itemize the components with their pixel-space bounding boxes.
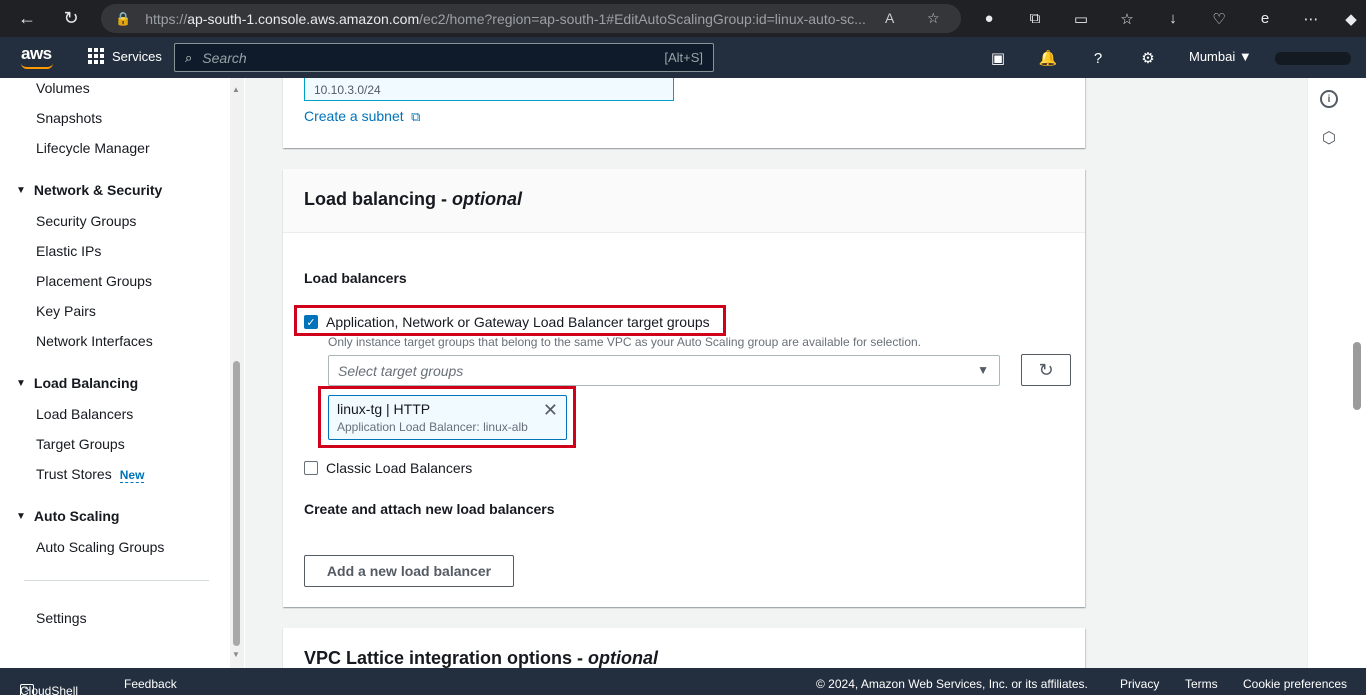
aws-top-nav: aws Services ⌕ [Alt+S] ▣ 🔔 ? ⚙ Mumbai ▼ — [0, 37, 1366, 78]
vpc-lattice-panel: VPC Lattice integration options - option… — [283, 628, 1085, 668]
page-scrollbar[interactable] — [1349, 78, 1366, 668]
main-content: 10.10.3.0/24 Create a subnet ⧉ Load bala… — [245, 78, 1307, 668]
search-box[interactable]: ⌕ [Alt+S] — [174, 43, 714, 72]
search-input[interactable] — [202, 49, 623, 66]
lock-icon: 🔒 — [115, 10, 132, 26]
account-menu[interactable] — [1275, 52, 1351, 65]
info-icon[interactable]: i — [1320, 90, 1338, 108]
reload-icon[interactable]: ↻ — [54, 0, 88, 37]
sidebar-divider — [24, 580, 209, 581]
sidebar-item-target-groups[interactable]: Target Groups — [36, 436, 125, 452]
aws-logo[interactable]: aws — [21, 44, 53, 69]
refresh-icon: ↻ — [1038, 359, 1054, 380]
target-groups-hint: Only instance target groups that belong … — [328, 335, 922, 349]
cloudshell-icon[interactable]: ▣ — [986, 46, 1010, 70]
sidebar: Volumes Snapshots Lifecycle Manager ▼ Net… — [0, 78, 245, 668]
load-balancing-header: Load balancing - optional — [283, 169, 1085, 233]
back-icon[interactable]: ← — [10, 0, 44, 37]
create-subnet-link[interactable]: Create a subnet ⧉ — [304, 108, 420, 126]
sidebar-item-network-interfaces[interactable]: Network Interfaces — [36, 333, 153, 349]
sidebar-item-snapshots[interactable]: Snapshots — [36, 110, 102, 126]
terms-link[interactable]: Terms — [1185, 677, 1218, 691]
puzzle-icon[interactable]: ⧉ — [1018, 0, 1052, 37]
target-groups-option[interactable]: ✓ Application, Network or Gateway Load B… — [304, 314, 710, 330]
favorites-icon[interactable]: ☆ — [1110, 0, 1144, 37]
token-subtitle: Application Load Balancer: linux-alb — [337, 420, 528, 434]
sidebar-section-network-security[interactable]: ▼ Network & Security — [16, 182, 162, 198]
copyright-text: © 2024, Amazon Web Services, Inc. or its… — [816, 677, 1088, 691]
new-badge: New — [119, 468, 145, 483]
cookie-preferences-link[interactable]: Cookie preferences — [1243, 677, 1347, 691]
vpc-lattice-title: VPC Lattice integration options - option… — [304, 648, 659, 668]
create-attach-heading: Create and attach new load balancers — [304, 501, 555, 517]
remove-token-icon[interactable]: ✕ — [543, 400, 558, 421]
more-icon[interactable]: ⋯ — [1294, 0, 1328, 37]
add-load-balancer-button[interactable]: Add a new load balancer — [304, 555, 514, 587]
sidebar-item-placement-groups[interactable]: Placement Groups — [36, 273, 152, 289]
notifications-icon[interactable]: 🔔 — [1036, 46, 1060, 70]
caret-down-icon: ▼ — [16, 184, 26, 196]
target-groups-checkbox[interactable]: ✓ — [304, 315, 318, 329]
token-title: linux-tg | HTTP — [337, 401, 431, 417]
sidebar-item-trust-stores[interactable]: Trust Stores New — [36, 466, 145, 483]
address-bar[interactable]: 🔒 https://ap-south-1.console.aws.amazon.… — [101, 4, 961, 33]
sidebar-item-volumes[interactable]: Volumes — [36, 80, 90, 96]
sidebar-item-auto-scaling-groups[interactable]: Auto Scaling Groups — [36, 539, 164, 555]
sidebar-scrollbar[interactable]: ▲ ▼ — [230, 78, 244, 668]
dropdown-caret-icon: ▼ — [977, 363, 989, 377]
download-icon[interactable]: ↓ — [1156, 0, 1190, 37]
classic-lb-label: Classic Load Balancers — [326, 460, 473, 476]
services-grid-icon — [88, 48, 104, 64]
services-label: Services — [112, 48, 162, 64]
load-balancing-panel: Load balancing - optional Load balancers… — [283, 169, 1085, 607]
scroll-down-icon[interactable]: ▼ — [232, 650, 240, 659]
caret-down-icon: ▼ — [16, 377, 26, 389]
settings-gear-icon[interactable]: ⚙ — [1136, 46, 1160, 70]
hexagon-icon[interactable]: ⬡ — [1320, 130, 1338, 148]
sidebar-scroll-thumb[interactable] — [233, 361, 240, 646]
sidebar-item-lifecycle-manager[interactable]: Lifecycle Manager — [36, 140, 150, 156]
services-menu[interactable]: Services — [88, 48, 162, 64]
subnet-token: 10.10.3.0/24 — [304, 78, 674, 101]
classic-lb-option[interactable]: Classic Load Balancers — [304, 460, 472, 476]
search-shortcut: [Alt+S] — [664, 50, 703, 65]
sidebar-item-security-groups[interactable]: Security Groups — [36, 213, 136, 229]
caret-down-icon: ▼ — [16, 510, 26, 522]
search-icon: ⌕ — [185, 49, 193, 65]
sidebar-section-load-balancing[interactable]: ▼ Load Balancing — [16, 375, 138, 391]
refresh-button[interactable]: ↻ — [1021, 354, 1071, 386]
sidebar-item-elastic-ips[interactable]: Elastic IPs — [36, 243, 101, 259]
page-scroll-thumb[interactable] — [1353, 342, 1361, 410]
classic-lb-checkbox[interactable] — [304, 461, 318, 475]
edge-icon[interactable]: e — [1248, 0, 1282, 37]
favorite-star-icon[interactable]: ☆ — [927, 10, 940, 27]
health-icon[interactable]: ♡ — [1202, 0, 1236, 37]
sidebar-item-settings[interactable]: Settings — [36, 610, 87, 626]
sidebar-section-auto-scaling[interactable]: ▼ Auto Scaling — [16, 508, 119, 524]
network-panel: 10.10.3.0/24 Create a subnet ⧉ — [283, 78, 1085, 148]
region-selector[interactable]: Mumbai ▼ — [1189, 49, 1252, 64]
external-link-icon: ⧉ — [411, 109, 421, 124]
footer: > CloudShell Feedback © 2024, Amazon Web … — [0, 668, 1366, 695]
target-groups-option-label: Application, Network or Gateway Load Bal… — [326, 314, 710, 330]
target-groups-select[interactable]: Select target groups ▼ — [328, 355, 1000, 386]
scroll-up-icon[interactable]: ▲ — [232, 85, 240, 94]
feedback-link[interactable]: Feedback — [124, 677, 177, 691]
url-text: https://ap-south-1.console.aws.amazon.co… — [145, 10, 866, 27]
split-screen-icon[interactable]: ▭ — [1064, 0, 1098, 37]
privacy-link[interactable]: Privacy — [1120, 677, 1159, 691]
sidebar-item-load-balancers[interactable]: Load Balancers — [36, 406, 133, 422]
copilot-icon[interactable]: ◆ — [1334, 0, 1366, 37]
browser-toolbar: ← ↻ 🔒 https://ap-south-1.console.aws.ama… — [0, 0, 1366, 37]
load-balancing-title: Load balancing - optional — [304, 189, 523, 209]
load-balancers-heading: Load balancers — [304, 270, 407, 286]
sidebar-item-key-pairs[interactable]: Key Pairs — [36, 303, 96, 319]
selected-target-group-token: linux-tg | HTTP Application Load Balance… — [328, 395, 567, 440]
help-icon[interactable]: ? — [1086, 46, 1110, 70]
extension-icon[interactable]: ● — [972, 0, 1006, 37]
read-aloud-icon[interactable]: A — [885, 10, 894, 26]
